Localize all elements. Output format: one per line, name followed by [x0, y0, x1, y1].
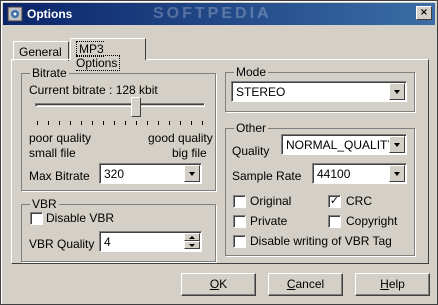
ok-button-mnemonic: O [209, 277, 220, 291]
other-group-label: Other [234, 121, 269, 135]
poor-quality-label: poor quality [29, 131, 92, 145]
bitrate-slider[interactable] [31, 97, 209, 123]
quality-select[interactable]: NORMAL_QUALITY [281, 134, 407, 155]
vbr-quality-spinner[interactable]: 4 [99, 231, 202, 252]
chevron-down-icon[interactable] [389, 83, 405, 100]
private-label: Private [250, 214, 288, 228]
tab-general[interactable]: General [13, 41, 69, 61]
slider-tick [37, 121, 38, 125]
disable-vbr-tag-label: Disable writing of VBR Tag [250, 234, 392, 248]
chevron-down-icon[interactable] [389, 165, 405, 182]
crc-label: CRC [346, 194, 372, 208]
help-button-mnemonic: H [380, 277, 389, 291]
options-dialog: Options SOFTPEDIA × General MP3 Options … [0, 0, 438, 305]
mode-select[interactable]: STEREO [231, 81, 407, 102]
good-quality-label: good quality [148, 131, 213, 145]
max-bitrate-label: Max Bitrate [29, 169, 90, 183]
crc-checkbox[interactable]: ✓ [328, 195, 341, 208]
quality-label: Quality [232, 144, 270, 158]
slider-tick [147, 121, 148, 125]
tab-mp3-options-label: MP3 Options [76, 41, 121, 71]
copyright-checkbox[interactable] [328, 215, 341, 228]
slider-tick [158, 121, 159, 125]
cancel-button[interactable]: Cancel [268, 273, 343, 296]
ok-button-label: K [219, 277, 228, 291]
ok-button[interactable]: OK [181, 273, 256, 296]
slider-tick [202, 121, 203, 125]
help-button[interactable]: Help [355, 273, 430, 296]
slider-tick [125, 121, 126, 125]
vbr-quality-value: 4 [104, 235, 111, 249]
cancel-button-label: ancel [295, 277, 325, 291]
original-label: Original [250, 194, 292, 208]
private-checkbox[interactable] [233, 215, 246, 228]
chevron-down-icon[interactable] [184, 165, 200, 182]
disable-vbr-checkbox[interactable] [30, 212, 43, 225]
original-checkbox[interactable] [233, 195, 246, 208]
sample-rate-label: Sample Rate [232, 169, 302, 183]
slider-tick [70, 121, 71, 125]
window-title: Options [27, 7, 73, 21]
sample-rate-value: 44100 [317, 167, 351, 181]
slider-tick [180, 121, 181, 125]
tab-mp3-options[interactable]: MP3 Options [70, 38, 146, 71]
disable-vbr-label: Disable VBR [46, 211, 115, 225]
spin-down-icon[interactable] [184, 241, 200, 249]
quality-value: NORMAL_QUALITY [286, 138, 396, 152]
slider-thumb[interactable] [131, 97, 141, 117]
slider-tick [81, 121, 82, 125]
slider-tick [169, 121, 170, 125]
mode-group-label: Mode [234, 65, 269, 79]
slider-tick [114, 121, 115, 125]
max-bitrate-select[interactable]: 320 [99, 163, 202, 184]
close-icon: × [419, 7, 429, 18]
help-button-label: elp [388, 277, 405, 291]
small-file-label: small file [29, 146, 76, 160]
title-bar[interactable]: Options SOFTPEDIA × [3, 3, 435, 25]
current-bitrate-label: Current bitrate : 128 kbit [29, 83, 158, 97]
slider-tick [48, 121, 49, 125]
watermark: SOFTPEDIA [153, 5, 272, 22]
vbr-quality-label: VBR Quality [29, 237, 95, 251]
big-file-label: big file [172, 146, 207, 160]
close-button[interactable]: × [416, 6, 432, 20]
app-icon [7, 6, 23, 22]
tab-general-label: General [19, 45, 62, 59]
bitrate-group-label: Bitrate [30, 66, 69, 80]
vbr-group-label: VBR [30, 197, 59, 211]
chevron-down-icon[interactable] [389, 136, 405, 153]
copyright-label: Copyright [346, 214, 398, 228]
slider-track [35, 103, 205, 107]
max-bitrate-value: 320 [104, 167, 125, 181]
slider-tick [59, 121, 60, 125]
slider-tick [136, 121, 137, 125]
spin-up-icon[interactable] [184, 233, 200, 241]
sample-rate-select[interactable]: 44100 [312, 163, 407, 184]
slider-tick [191, 121, 192, 125]
disable-vbr-tag-checkbox[interactable] [233, 235, 246, 248]
slider-tick [103, 121, 104, 125]
mode-value: STEREO [236, 85, 286, 99]
slider-tick [92, 121, 93, 125]
